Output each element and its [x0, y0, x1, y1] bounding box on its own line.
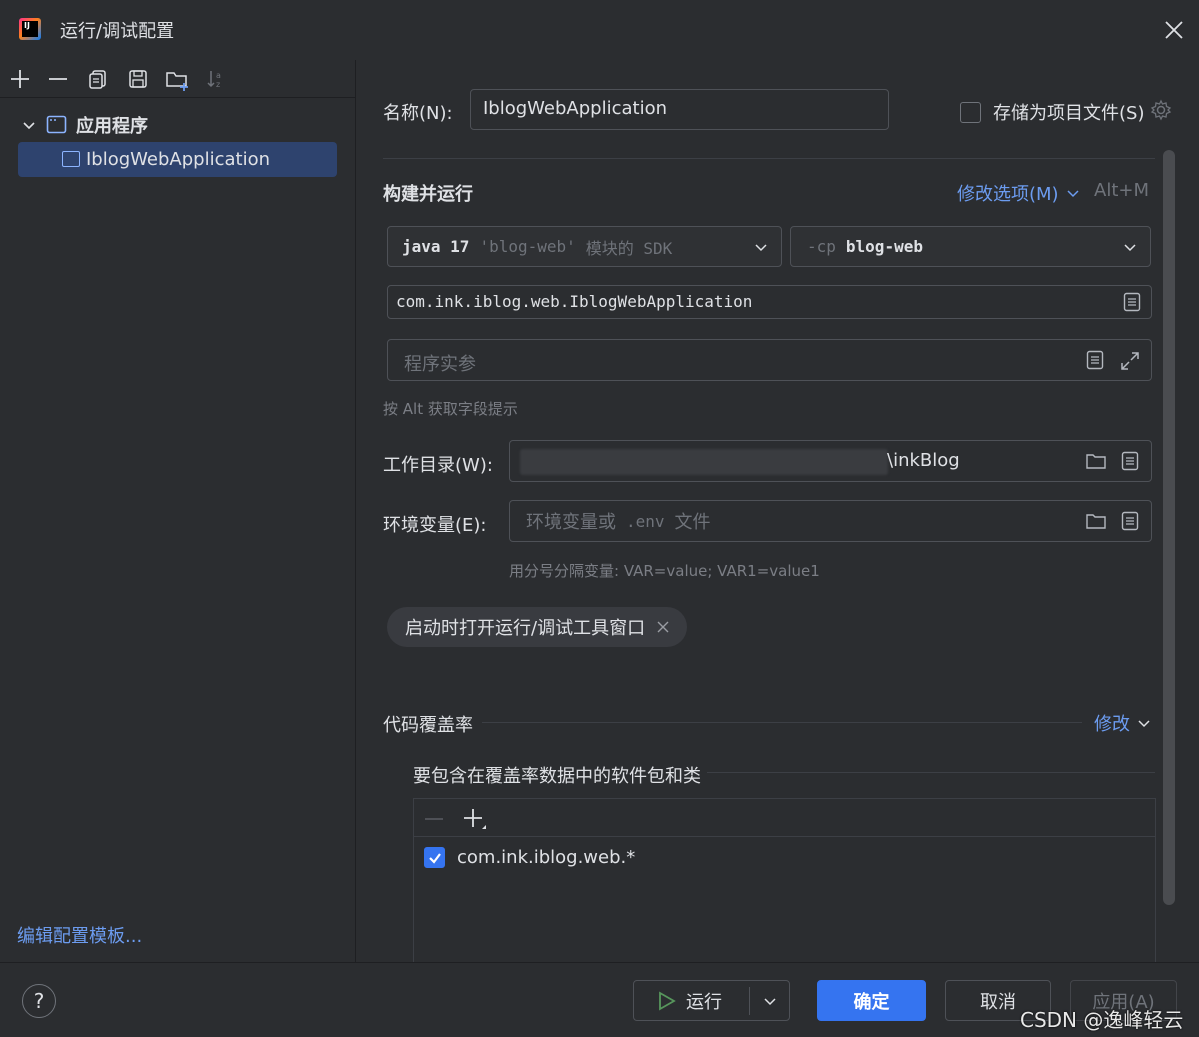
- run-icon: [656, 990, 676, 1011]
- chevron-down-icon: [1136, 715, 1152, 731]
- title-bar: [0, 0, 1199, 60]
- chip-label: 启动时打开运行/调试工具窗口: [405, 618, 646, 639]
- list-item[interactable]: com.ink.iblog.web.*: [424, 847, 635, 868]
- workdir-value: \inkBlog: [887, 450, 960, 471]
- jre-select[interactable]: java 17 'blog-web' 模块的 SDK: [387, 226, 782, 267]
- folder-icon[interactable]: [1085, 451, 1107, 471]
- svg-text:a: a: [216, 71, 221, 80]
- coverage-list-toolbar: [414, 799, 1155, 837]
- workdir-input[interactable]: \inkBlog: [509, 440, 1152, 482]
- edit-templates-link[interactable]: 编辑配置模板...: [17, 922, 142, 948]
- open-tool-window-chip[interactable]: 启动时打开运行/调试工具窗口: [387, 607, 688, 647]
- env-hint: 用分号分隔变量: VAR=value; VAR1=value1: [509, 562, 820, 580]
- store-checkbox-box[interactable]: [960, 101, 981, 123]
- alt-hint: 按 Alt 获取字段提示: [383, 400, 518, 418]
- program-args-placeholder: 程序实参: [404, 354, 476, 375]
- copy-icon[interactable]: [87, 68, 109, 90]
- env-vars-input[interactable]: 环境变量或 .env 文件: [509, 500, 1152, 542]
- coverage-modify-dropdown[interactable]: 修改: [1094, 710, 1152, 736]
- store-as-project-checkbox[interactable]: 存储为项目文件(S): [960, 99, 1144, 125]
- sdk-java-version: java 17: [402, 237, 470, 256]
- window-title: 运行/调试配置: [60, 21, 175, 42]
- program-arguments-input[interactable]: 程序实参: [387, 339, 1152, 381]
- close-icon[interactable]: [1163, 19, 1185, 41]
- name-label: 名称(N):: [383, 103, 453, 124]
- folder-icon[interactable]: [1085, 511, 1107, 531]
- scrollbar[interactable]: [1163, 150, 1175, 905]
- coverage-modify-label: 修改: [1094, 714, 1130, 735]
- csdn-watermark: CSDN @逸峰轻云: [1020, 1008, 1184, 1032]
- coverage-subtitle: 要包含在覆盖率数据中的软件包和类: [413, 766, 701, 787]
- tree-node-label: 应用程序: [76, 116, 148, 137]
- run-split-button[interactable]: 运行: [633, 980, 790, 1021]
- env-label: 环境变量(E):: [383, 515, 487, 536]
- help-icon[interactable]: ?: [22, 984, 56, 1018]
- name-input[interactable]: IblogWebApplication: [470, 89, 889, 130]
- coverage-list-panel: com.ink.iblog.web.*: [413, 798, 1156, 962]
- main-class-input[interactable]: com.ink.iblog.web.IblogWebApplication: [387, 285, 1152, 319]
- separator: [707, 772, 1155, 773]
- modify-options-shortcut: Alt+M: [1094, 180, 1149, 201]
- list-icon[interactable]: [1085, 350, 1105, 370]
- tree-item-label: IblogWebApplication: [86, 149, 270, 170]
- env-placeholder-a: 环境变量或: [526, 512, 616, 533]
- name-input-value: IblogWebApplication: [483, 98, 667, 119]
- chevron-down-icon[interactable]: [20, 116, 38, 134]
- new-folder-icon[interactable]: [165, 68, 191, 91]
- remove-icon[interactable]: [47, 68, 69, 90]
- chevron-down-icon: [1122, 239, 1138, 255]
- main-class-value: com.ink.iblog.web.IblogWebApplication: [396, 292, 753, 311]
- list-icon[interactable]: [1120, 511, 1140, 531]
- add-icon[interactable]: [9, 68, 31, 90]
- run-label: 运行: [686, 991, 722, 1013]
- build-run-title: 构建并运行: [383, 184, 473, 205]
- separator: [383, 158, 1155, 159]
- workdir-label: 工作目录(W):: [383, 455, 493, 476]
- expand-icon[interactable]: [1119, 350, 1141, 372]
- redacted-path: [520, 449, 888, 475]
- separator: [749, 987, 750, 1015]
- left-panel: [0, 60, 356, 962]
- tree-node-application[interactable]: 应用程序: [20, 110, 148, 140]
- sdk-suffix: 模块的 SDK: [585, 238, 673, 258]
- config-toolbar: az: [0, 60, 356, 98]
- cp-value: blog-web: [845, 237, 923, 256]
- list-icon[interactable]: [1120, 451, 1140, 471]
- separator: [482, 722, 1082, 723]
- application-icon: [46, 115, 68, 135]
- chevron-down-icon[interactable]: [762, 993, 778, 1009]
- cp-flag: -cp: [807, 237, 836, 256]
- store-checkbox-label: 存储为项目文件(S): [993, 103, 1145, 124]
- application-config-icon: [62, 151, 80, 167]
- coverage-title: 代码覆盖率: [383, 715, 473, 736]
- sdk-module: 'blog-web': [479, 237, 576, 256]
- ok-button[interactable]: 确定: [817, 980, 926, 1021]
- coverage-item-checkbox[interactable]: [424, 847, 445, 868]
- modify-options-dropdown[interactable]: 修改选项(M): [957, 180, 1081, 206]
- close-icon[interactable]: [657, 621, 669, 633]
- browse-list-icon[interactable]: [1122, 292, 1142, 312]
- intellij-app-icon: IJ: [19, 18, 41, 40]
- sort-icon: az: [205, 68, 227, 90]
- tree-item-iblogwebapplication[interactable]: IblogWebApplication: [18, 142, 337, 177]
- add-icon[interactable]: [462, 807, 488, 833]
- env-placeholder-b: .env: [626, 511, 665, 531]
- gear-icon[interactable]: [1150, 99, 1172, 121]
- svg-text:z: z: [216, 80, 220, 89]
- coverage-item-label: com.ink.iblog.web.*: [457, 847, 636, 868]
- chevron-down-icon: [1065, 185, 1081, 201]
- env-placeholder-c: 文件: [674, 512, 711, 533]
- modify-options-label: 修改选项(M): [957, 184, 1059, 205]
- save-icon[interactable]: [127, 68, 149, 90]
- classpath-module-select[interactable]: -cp blog-web: [790, 226, 1151, 267]
- remove-icon: [424, 809, 444, 829]
- chevron-down-icon: [753, 239, 769, 255]
